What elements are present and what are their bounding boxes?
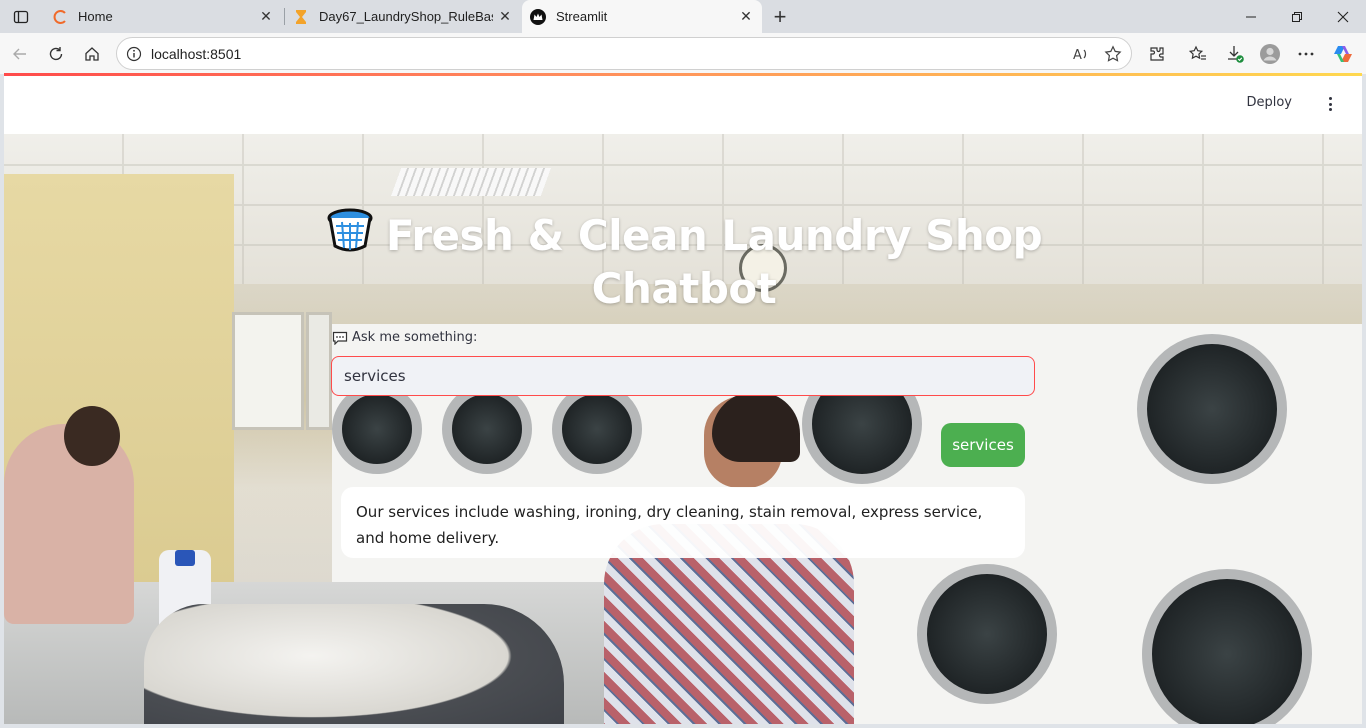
favorite-star-icon[interactable] xyxy=(1103,44,1123,64)
laundry-basket-icon xyxy=(327,208,373,252)
minimize-button[interactable] xyxy=(1228,0,1274,33)
more-options-icon[interactable] xyxy=(1293,41,1319,67)
streamlit-header: Deploy xyxy=(4,76,1362,134)
site-info-icon[interactable] xyxy=(125,45,143,63)
close-tab-icon[interactable]: ✕ xyxy=(493,5,517,29)
svg-text:A: A xyxy=(1073,48,1082,63)
browser-toolbar: localhost:8501 A xyxy=(0,33,1366,74)
downloads-icon[interactable] xyxy=(1222,41,1248,67)
tab-label: Day67_LaundryShop_RuleBased_C xyxy=(319,9,493,24)
washer-door xyxy=(442,384,532,474)
new-tab-button[interactable]: + xyxy=(767,4,793,30)
sidebar-layout-icon xyxy=(13,10,29,23)
profile-avatar-icon[interactable] xyxy=(1257,41,1283,67)
spinner-icon xyxy=(52,9,68,25)
washer-door xyxy=(917,564,1057,704)
main-menu-icon[interactable] xyxy=(1322,94,1338,114)
washer-door xyxy=(332,384,422,474)
background-poster xyxy=(232,312,304,430)
washer-door xyxy=(1142,569,1312,724)
minimize-icon xyxy=(1246,16,1256,17)
reload-button[interactable] xyxy=(42,40,70,68)
tab-notebook[interactable]: Day67_LaundryShop_RuleBased_C ✕ xyxy=(285,0,521,33)
tab-label: Streamlit xyxy=(556,9,608,24)
streamlit-crown-icon xyxy=(530,8,546,25)
washer-door xyxy=(552,384,642,474)
close-window-button[interactable] xyxy=(1320,0,1366,33)
tab-strip: Home ✕ Day67_LaundryShop_RuleBased_C ✕ S… xyxy=(0,0,1366,33)
deploy-button[interactable]: Deploy xyxy=(1246,95,1292,110)
close-tab-icon[interactable]: ✕ xyxy=(254,5,278,29)
background-person xyxy=(64,406,120,466)
url-text: localhost:8501 xyxy=(151,46,242,62)
close-icon xyxy=(1337,11,1349,22)
app-main: Fresh & Clean Laundry Shop Chatbot Ask m… xyxy=(4,134,1362,724)
address-bar[interactable]: localhost:8501 A xyxy=(116,37,1132,70)
restore-icon xyxy=(1292,11,1302,22)
washer-door xyxy=(1137,334,1287,484)
arrow-left-icon xyxy=(13,48,26,60)
close-tab-icon[interactable]: ✕ xyxy=(734,5,758,29)
back-button[interactable] xyxy=(6,40,34,68)
tab-streamlit[interactable]: Streamlit ✕ xyxy=(522,0,762,33)
copilot-icon[interactable] xyxy=(1330,41,1356,67)
bot-reply: Our services include washing, ironing, d… xyxy=(341,487,1025,558)
background-person xyxy=(712,392,800,462)
tab-home[interactable]: Home ✕ xyxy=(44,0,282,33)
background-laundry-pile xyxy=(144,604,564,724)
tab-actions-button[interactable] xyxy=(0,0,42,33)
speech-bubble-icon xyxy=(332,331,348,345)
page-title: Fresh & Clean Laundry Shop Chatbot xyxy=(304,206,1064,315)
input-label-text: Ask me something: xyxy=(352,330,478,345)
favorites-icon[interactable] xyxy=(1185,41,1211,67)
hourglass-icon xyxy=(293,9,309,25)
extensions-icon[interactable] xyxy=(1144,41,1170,67)
restore-button[interactable] xyxy=(1274,0,1320,33)
background-ceiling-light xyxy=(390,168,552,196)
home-button[interactable] xyxy=(78,40,106,68)
background-poster xyxy=(306,312,332,430)
background-detergent-cap xyxy=(175,550,195,566)
reload-icon xyxy=(49,47,63,61)
read-aloud-icon[interactable]: A xyxy=(1071,44,1091,64)
tab-label: Home xyxy=(78,9,113,24)
question-input[interactable] xyxy=(331,356,1035,396)
input-label: Ask me something: xyxy=(332,330,477,345)
page-title-text: Fresh & Clean Laundry Shop Chatbot xyxy=(385,211,1043,313)
home-icon xyxy=(85,47,99,61)
services-button[interactable]: services xyxy=(941,423,1025,467)
